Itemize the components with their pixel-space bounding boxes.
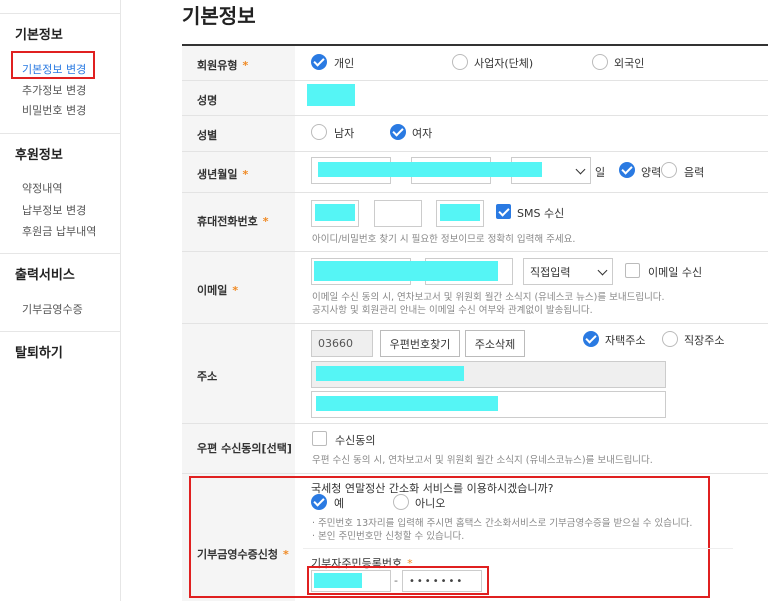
radio-receipt-yes[interactable] [311,494,327,510]
name-value-redacted [307,84,355,106]
radio-receipt-no-label: 아니오 [415,497,446,510]
sidebar-item-password-change[interactable]: 비밀번호 변경 [22,102,86,118]
chevron-down-icon [597,265,608,275]
rrn-front-redacted [314,573,362,588]
phone-part1-redacted [315,204,355,221]
sidebar-top-divider [0,13,120,14]
sidebar-divider [0,331,120,332]
address-line1-redacted [316,366,464,381]
form-top-border [182,44,768,46]
sidebar-item-donation-receipt[interactable]: 기부금영수증 [22,301,83,317]
email-hint-1: 이메일 수신 동의 시, 연차보고서 및 위원회 월간 소식지 (유네스코 뉴스… [312,292,665,303]
sidebar-divider [0,253,120,254]
row-divider [182,80,768,81]
phone-part2-input[interactable] [374,200,422,227]
mail-consent-checkbox[interactable] [312,431,327,446]
birth-day-suffix: 일 [595,166,606,179]
label-address: 주소 [197,370,218,383]
row-divider [182,251,768,252]
email-domain-select[interactable]: 직접입력 [523,258,613,285]
email-value-redacted [314,261,498,281]
sidebar-item-donation-payment-history[interactable]: 후원금 납부내역 [22,223,96,239]
radio-individual[interactable] [311,54,327,70]
row-divider [182,323,768,324]
page-title: 기본정보 [182,4,256,28]
label-mail-consent: 우편 수신동의[선택] [197,442,292,455]
label-birth: 생년월일 * [197,168,249,181]
sidebar-section-withdraw[interactable]: 탈퇴하기 [15,342,63,361]
radio-individual-label: 개인 [334,57,355,70]
sidebar-section-print-service[interactable]: 출력서비스 [15,264,75,283]
sidebar-divider [0,133,120,134]
rrn-dash: - [394,574,398,587]
phone-part3-redacted [440,204,480,221]
row-divider [182,423,768,424]
radio-solar-label: 양력 [641,166,662,179]
radio-business-label: 사업자(단체) [474,57,534,70]
email-receive-checkbox[interactable] [625,263,640,278]
receipt-question: 국세청 연말정산 간소화 서비스를 이용하시겠습니까? [311,482,554,495]
label-email: 이메일 * [197,284,239,297]
radio-lunar-label: 음력 [684,166,705,179]
radio-work-address[interactable] [662,331,678,347]
radio-business[interactable] [452,54,468,70]
birth-value-redacted [318,162,542,177]
radio-lunar[interactable] [661,162,677,178]
row-divider [182,115,768,116]
chevron-down-icon [575,164,586,174]
sidebar-section-donation-info[interactable]: 후원정보 [15,144,63,163]
radio-home-address-label: 자택주소 [605,334,646,347]
receipt-note-1: · 주민번호 13자리를 입력해 주시면 홈택스 간소화서비스로 기부금영수증을… [312,518,693,529]
rrn-back-input[interactable]: ••••••• [402,570,482,592]
mail-consent-label: 수신동의 [335,434,376,447]
email-receive-label: 이메일 수신 [648,266,703,279]
sidebar-item-additional-info-change[interactable]: 추가정보 변경 [22,82,86,98]
sms-label: SMS 수신 [517,207,565,220]
radio-home-address[interactable] [583,331,599,347]
find-zipcode-button[interactable]: 우편번호찾기 [380,330,460,357]
radio-female[interactable] [390,124,406,140]
phone-hint: 아이디/비밀번호 찾기 시 필요한 정보이므로 정확히 입력해 주세요. [312,234,576,245]
sidebar-item-pledge-history[interactable]: 약정내역 [22,180,62,196]
zipcode-input[interactable]: 03660 [311,330,373,357]
highlight-box-sidebar [11,51,95,79]
mail-consent-hint: 우편 수신 동의 시, 연차보고서 및 위원회 월간 소식지 (유네스코뉴스)를… [312,455,653,466]
radio-receipt-yes-label: 예 [334,497,345,510]
sidebar-item-payment-info-change[interactable]: 납부정보 변경 [22,202,86,218]
receipt-inner-divider [303,548,733,549]
radio-solar[interactable] [619,162,635,178]
radio-male-label: 남자 [334,127,355,140]
delete-address-button[interactable]: 주소삭제 [465,330,525,357]
label-phone: 휴대전화번호 * [197,215,269,228]
email-hint-2: 공지사항 및 회원관리 안내는 이메일 수신 여부와 관계없이 발송됩니다. [312,305,593,316]
radio-male[interactable] [311,124,327,140]
label-gender: 성별 [197,129,218,142]
sidebar-section-basic-info[interactable]: 기본정보 [15,24,63,43]
sms-checkbox[interactable] [496,204,511,219]
address-line2-redacted [316,396,498,411]
label-member-type: 회원유형 * [197,59,249,72]
row-divider [182,151,768,152]
row-divider [182,473,768,474]
radio-foreigner-label: 외국인 [614,57,645,70]
receipt-note-2: · 본인 주민번호만 신청할 수 있습니다. [312,531,465,542]
radio-receipt-no[interactable] [393,494,409,510]
radio-foreigner[interactable] [592,54,608,70]
radio-work-address-label: 직장주소 [684,334,725,347]
radio-female-label: 여자 [412,127,433,140]
row-divider [182,192,768,193]
label-name: 성명 [197,94,218,107]
